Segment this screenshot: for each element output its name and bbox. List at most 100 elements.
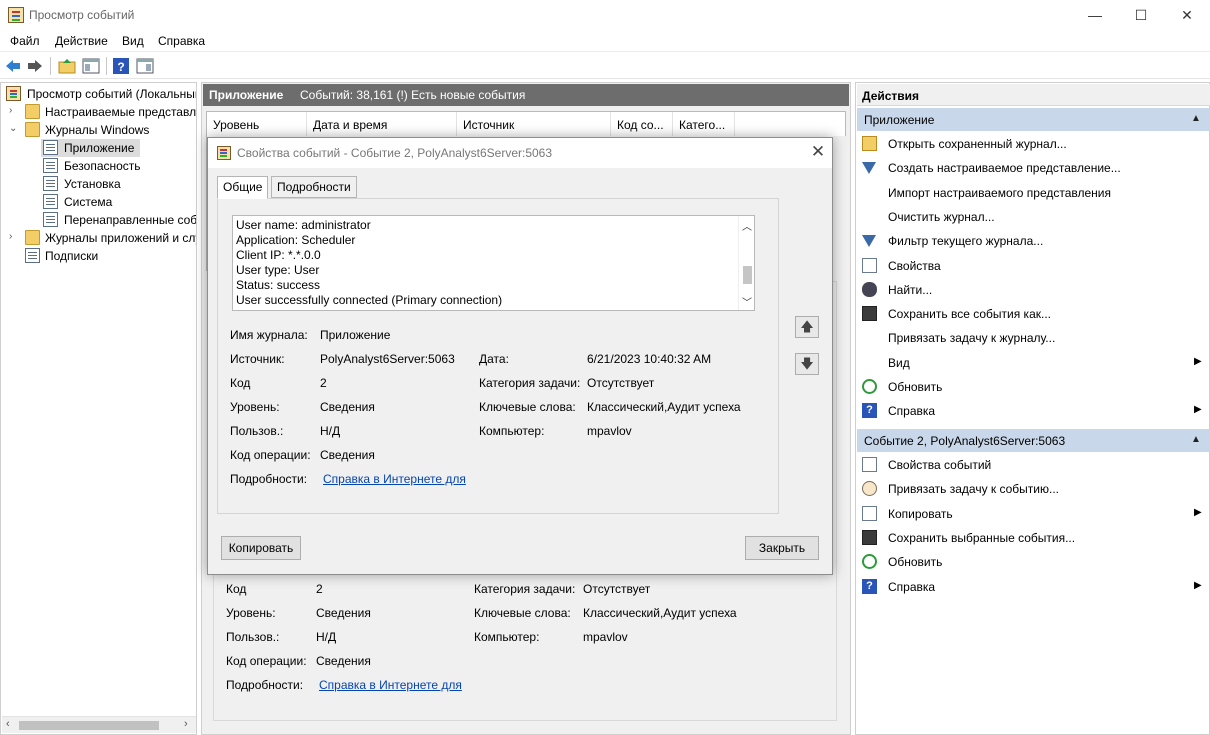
copy-button[interactable]: Копировать xyxy=(221,536,301,560)
maximize-button[interactable]: ☐ xyxy=(1118,0,1164,30)
tree-security[interactable]: Безопасность xyxy=(1,157,196,175)
chevron-right-icon[interactable]: › xyxy=(9,232,19,242)
scroll-up-icon[interactable]: ︿ xyxy=(742,218,752,233)
tree-custom-views[interactable]: › Настраиваемые представления xyxy=(1,103,196,121)
action-item[interactable]: Фильтр текущего журнала... xyxy=(857,229,1210,253)
event-viewer-icon xyxy=(217,146,231,160)
properties-icon xyxy=(862,257,877,273)
folder-icon xyxy=(25,230,40,245)
filter-icon xyxy=(862,235,876,248)
action-label: Привязать задачу к событию... xyxy=(888,482,1059,497)
action-item[interactable]: Найти... xyxy=(857,278,1210,302)
scroll-down-icon[interactable]: ﹀ xyxy=(742,294,752,309)
action-item[interactable]: Свойства событий xyxy=(857,453,1210,477)
previous-event-button[interactable]: 🡅 xyxy=(795,316,819,338)
menu-help[interactable]: Справка xyxy=(158,34,205,48)
date-label: Дата: xyxy=(479,352,509,366)
action-item[interactable]: Привязать задачу к событию... xyxy=(857,477,1210,501)
action-item[interactable]: Обновить xyxy=(857,550,1210,574)
scrollbar-thumb[interactable] xyxy=(743,266,752,284)
action-item[interactable]: Сохранить выбранные события... xyxy=(857,526,1210,550)
action-item[interactable]: ? Справка ▶ xyxy=(857,399,1210,423)
next-event-button[interactable]: 🡇 xyxy=(795,353,819,375)
log-header: Приложение Событий: 38,161 (!) Есть новы… xyxy=(203,84,849,106)
action-item[interactable]: Свойства xyxy=(857,254,1210,278)
find-icon xyxy=(862,281,877,297)
submenu-arrow-icon: ▶ xyxy=(1194,355,1202,367)
actions-section-event[interactable]: Событие 2, PolyAnalyst6Server:5063 ▲ xyxy=(857,429,1210,452)
event-list-scrollbar[interactable] xyxy=(833,136,846,271)
close-button[interactable]: Закрыть xyxy=(745,536,819,560)
column-source[interactable]: Источник xyxy=(457,112,611,136)
bg-level-label: Уровень: xyxy=(226,606,276,620)
tree-horizontal-scrollbar[interactable]: ‹ › xyxy=(2,716,196,733)
action-item[interactable]: Сохранить все события как... xyxy=(857,302,1210,326)
action-item[interactable]: Привязать задачу к журналу... xyxy=(857,326,1210,350)
online-help-link[interactable]: Справка в Интернете для xyxy=(323,472,466,486)
action-label: Обновить xyxy=(888,380,943,394)
folder-up-icon[interactable] xyxy=(58,57,76,75)
scroll-right-icon[interactable]: › xyxy=(184,718,188,730)
action-item[interactable]: Импорт настраиваемого представления xyxy=(857,181,1210,205)
tab-details[interactable]: Подробности xyxy=(271,176,357,198)
help-icon: ? xyxy=(862,578,877,594)
dialog-close-icon[interactable]: ✕ xyxy=(808,142,828,162)
chevron-down-icon[interactable]: ⌄ xyxy=(9,124,19,134)
forward-icon[interactable] xyxy=(26,57,44,75)
tree-system[interactable]: Система xyxy=(1,193,196,211)
tree-forwarded[interactable]: Перенаправленные события xyxy=(1,211,196,229)
tree-setup[interactable]: Установка xyxy=(1,175,196,193)
log-icon xyxy=(43,140,58,155)
window-title: Просмотр событий xyxy=(29,8,135,22)
bg-computer-value: mpavlov xyxy=(583,630,628,644)
column-level[interactable]: Уровень xyxy=(207,112,307,136)
bg-online-help-link[interactable]: Справка в Интернете для xyxy=(319,678,462,692)
menu-view[interactable]: Вид xyxy=(122,34,144,48)
event-description[interactable]: User name: administrator Application: Sc… xyxy=(232,215,755,311)
log-icon xyxy=(43,176,58,191)
column-datetime[interactable]: Дата и время xyxy=(307,112,457,136)
tree-root[interactable]: Просмотр событий (Локальный) xyxy=(1,85,196,103)
collapse-icon: ▲ xyxy=(1191,113,1201,124)
action-label: Обновить xyxy=(888,555,943,570)
keywords-value: Классический,Аудит успеха xyxy=(587,400,741,414)
action-label: Вид xyxy=(888,355,910,370)
action-item[interactable]: Открыть сохраненный журнал... xyxy=(857,132,1210,156)
task-category-value: Отсутствует xyxy=(587,376,655,390)
action-item[interactable]: Вид ▶ xyxy=(857,351,1210,375)
user-value: Н/Д xyxy=(320,424,341,438)
description-line: Client IP: *.*.0.0 xyxy=(236,248,321,262)
action-item[interactable]: Обновить xyxy=(857,375,1210,399)
action-item[interactable]: ? Справка ▶ xyxy=(857,575,1210,599)
console-tree-icon[interactable] xyxy=(82,57,100,75)
action-label: Свойства событий xyxy=(888,458,992,472)
action-item[interactable]: Копировать ▶ xyxy=(857,502,1210,526)
description-scrollbar[interactable]: ︿ ﹀ xyxy=(738,216,754,310)
tree-subscriptions[interactable]: Подписки xyxy=(1,247,196,265)
action-item[interactable]: Очистить журнал... xyxy=(857,205,1210,229)
actions-section-application[interactable]: Приложение ▲ xyxy=(857,108,1210,131)
tab-general[interactable]: Общие xyxy=(217,176,269,199)
subscriptions-icon xyxy=(25,248,40,263)
scrollbar-thumb[interactable] xyxy=(19,721,159,730)
tree-application[interactable]: Приложение xyxy=(41,139,140,157)
bg-keywords-label: Ключевые слова: xyxy=(474,606,571,620)
minimize-button[interactable]: — xyxy=(1072,0,1118,30)
scroll-left-icon[interactable]: ‹ xyxy=(6,718,10,730)
column-category[interactable]: Катего... xyxy=(673,112,735,136)
tree-app-service-logs[interactable]: › Журналы приложений и служб xyxy=(1,229,196,247)
general-tab-pane: User name: administrator Application: Sc… xyxy=(217,198,779,514)
action-pane-icon[interactable] xyxy=(136,57,154,75)
action-item[interactable]: Создать настраиваемое представление... xyxy=(857,156,1210,180)
back-icon[interactable] xyxy=(4,57,22,75)
user-label: Пользов.: xyxy=(230,424,284,438)
help-icon[interactable]: ? xyxy=(112,57,130,75)
menu-action[interactable]: Действие xyxy=(55,34,108,48)
tree-windows-logs[interactable]: ⌄ Журналы Windows xyxy=(1,121,196,139)
chevron-right-icon[interactable]: › xyxy=(9,106,19,116)
toolbar-separator xyxy=(106,57,107,75)
menu-file[interactable]: Файл xyxy=(10,34,40,48)
column-event-id[interactable]: Код со... xyxy=(611,112,673,136)
event-count: Событий: 38,161 (!) Есть новые события xyxy=(300,88,526,102)
close-window-button[interactable]: ✕ xyxy=(1164,0,1210,30)
